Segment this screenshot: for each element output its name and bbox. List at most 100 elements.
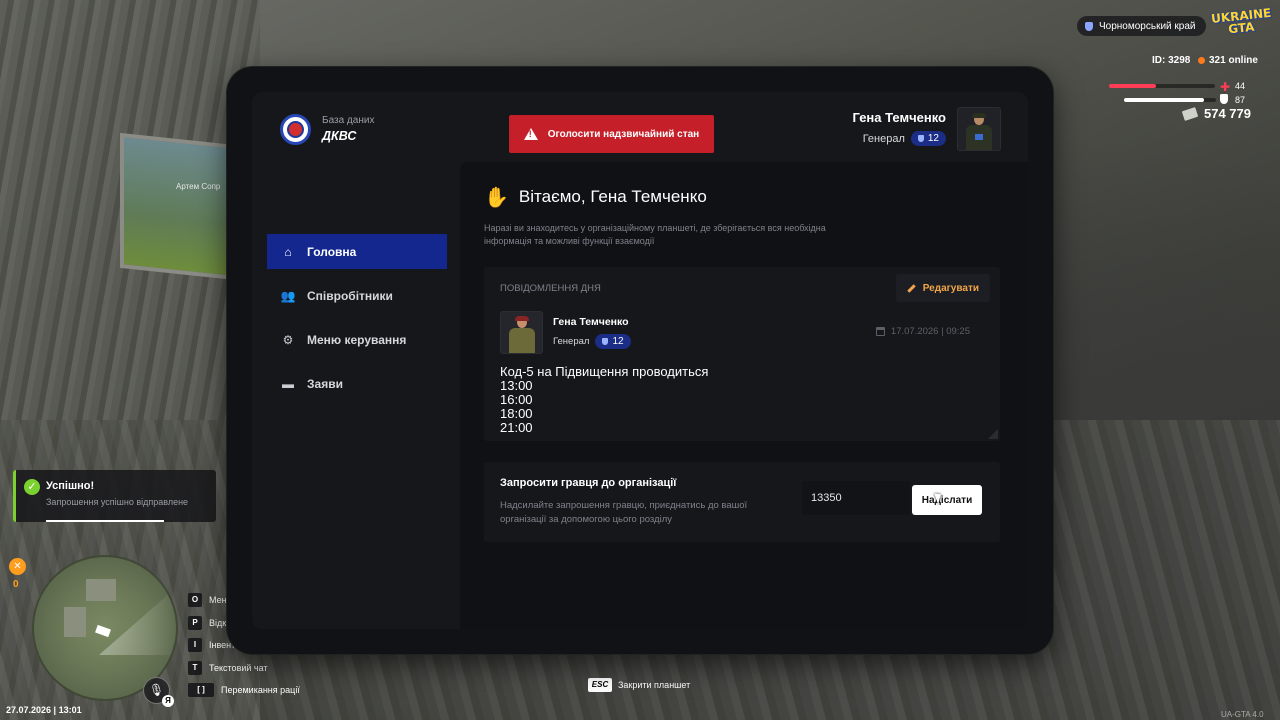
online-label: 321 online xyxy=(1209,55,1258,66)
folder-icon: ▬ xyxy=(282,376,294,391)
datetime: 27.07.2026 | 13:01 xyxy=(6,705,82,715)
edit-button[interactable]: Редагувати xyxy=(895,274,990,302)
avatar[interactable] xyxy=(957,107,1001,151)
level-badge: 12 xyxy=(595,334,631,349)
world-player-label: Артем Сопр xyxy=(176,182,221,191)
avatar-figure xyxy=(966,113,992,150)
key-cap: I xyxy=(188,638,202,653)
server-logo: UKRAINE GTA xyxy=(1210,5,1272,37)
users-icon: 👥 xyxy=(280,288,296,303)
sidebar-item-label: Меню керування xyxy=(307,332,407,347)
hunger-icon: ✕ xyxy=(9,558,26,575)
user-rank: Генерал 12 xyxy=(863,131,946,146)
toast-text: Запрошення успішно відправлене xyxy=(46,497,189,507)
version-label: UA-GTA 4.0 xyxy=(1221,710,1264,719)
home-icon: ⌂ xyxy=(284,244,292,259)
level-value: 12 xyxy=(927,133,939,144)
motd-label: ПОВІДОМЛЕННЯ ДНЯ xyxy=(500,283,601,294)
main-content: ✋ Вітаємо, Гена Темченко Наразі ви знахо… xyxy=(460,162,1028,629)
close-tablet-hint[interactable]: ESC Закрити планшет xyxy=(588,678,690,692)
sidebar-item-applications[interactable]: ▬ Заяви xyxy=(267,366,447,401)
keybind-label: Відк xyxy=(209,617,227,628)
toast-title: Успішно! xyxy=(46,480,95,492)
health-bar xyxy=(1109,84,1215,88)
level-badge: 12 xyxy=(910,131,946,146)
toast-progress xyxy=(46,520,164,522)
money-display: 574 779 xyxy=(1181,106,1251,121)
author-name: Гена Темченко xyxy=(553,316,629,328)
motd-body: Код-5 на Підвищення проводиться 13:00 16… xyxy=(500,364,709,435)
user-name: Гена Темченко xyxy=(852,110,946,125)
sidebar-item-label: Головна xyxy=(307,244,357,259)
invite-title: Запросити гравця до організації xyxy=(500,477,677,489)
rank-label: Генерал xyxy=(862,132,905,145)
online-dot-icon xyxy=(1198,57,1205,64)
key-cap: [ ] xyxy=(188,683,214,698)
greeting-text: Наразі ви знаходитесь у організаційному … xyxy=(484,223,826,246)
org-tablet: База даних ДКВС Оголосити надзвичайний с… xyxy=(227,67,1053,654)
sidebar-item-label: Співробітники xyxy=(307,288,393,303)
sidebar-item-label: Заяви xyxy=(307,376,343,391)
esc-key: ESC xyxy=(588,678,612,692)
armor-bar-fill xyxy=(1124,98,1205,102)
player-id: ID: 3298 xyxy=(1152,55,1191,66)
keybind-label: Текстовий чат xyxy=(209,662,268,673)
region-indicator: Чорноморський край xyxy=(1077,16,1206,36)
waving-hand-icon: ✋ xyxy=(484,185,509,209)
greeting-heading: ✋ Вітаємо, Гена Темченко xyxy=(484,185,707,209)
invite-player-card: Запросити гравця до організації Надсилай… xyxy=(484,462,1000,542)
key-cap: O xyxy=(188,593,202,608)
pencil-icon xyxy=(907,283,916,293)
sidebar: ⌂ Головна 👥 Співробітники ⚙ Меню керуван… xyxy=(252,162,460,629)
level-value: 12 xyxy=(612,336,624,347)
shield-icon xyxy=(917,135,924,142)
cash-icon xyxy=(1181,106,1199,121)
player-id-input[interactable] xyxy=(802,481,910,515)
author-avatar xyxy=(500,311,543,354)
author-rank: Генерал 12 xyxy=(553,334,631,349)
keybind-row: T Текстовий чат xyxy=(188,657,300,680)
map-building xyxy=(64,607,86,637)
check-icon: ✓ xyxy=(24,479,40,495)
edit-button-label: Редагувати xyxy=(922,282,979,294)
key-cap: P xyxy=(188,615,202,630)
emergency-button-label: Оголосити надзвичайний стан xyxy=(547,128,700,140)
health-bar-fill xyxy=(1109,84,1156,88)
map-building xyxy=(86,579,116,601)
author-rank-label: Генерал xyxy=(553,336,590,347)
online-counter: 321 online xyxy=(1198,55,1258,66)
calendar-icon xyxy=(875,327,885,336)
health-icon: ✚ xyxy=(1220,80,1231,94)
hunger-value: 0 xyxy=(13,579,19,590)
shield-icon xyxy=(1085,21,1093,31)
region-label: Чорноморський край xyxy=(1099,20,1196,32)
keybind-label: Перемикання рації xyxy=(221,685,300,696)
dkvs-emblem-icon xyxy=(280,114,311,145)
post-date: 17.07.2026 | 09:25 xyxy=(875,326,970,337)
greeting-title: Вітаємо, Гена Темченко xyxy=(518,187,707,206)
esc-label: Закрити планшет xyxy=(618,680,691,690)
emblem-core xyxy=(287,121,304,138)
resize-handle-icon[interactable] xyxy=(988,429,998,439)
warning-icon xyxy=(523,128,538,140)
brand-subtitle: База даних xyxy=(322,115,375,126)
success-toast: ✓ Успішно! Запрошення успішно відправлен… xyxy=(13,470,216,522)
key-cap: T xyxy=(188,660,202,675)
mic-key: Я xyxy=(162,695,174,707)
sidebar-item-control-menu[interactable]: ⚙ Меню керування xyxy=(267,322,447,357)
tablet-screen: База даних ДКВС Оголосити надзвичайний с… xyxy=(252,92,1028,629)
health-value: 44 xyxy=(1235,81,1246,91)
invite-description: Надсилайте запрошення гравцю, приєднатис… xyxy=(500,500,748,525)
sidebar-item-employees[interactable]: 👥 Співробітники xyxy=(267,278,447,313)
post-date-value: 17.07.2026 | 09:25 xyxy=(890,326,970,337)
emergency-button[interactable]: Оголосити надзвичайний стан xyxy=(509,115,714,153)
shield-icon xyxy=(602,338,609,345)
brand-title: ДКВС xyxy=(322,129,357,143)
money-value: 574 779 xyxy=(1204,106,1251,121)
send-invite-button[interactable]: Надіслати xyxy=(912,485,982,515)
armor-icon xyxy=(1220,94,1228,104)
gear-icon: ⚙ xyxy=(282,332,294,347)
keybind-row: [ ] Перемикання рації xyxy=(188,679,300,702)
message-of-the-day-card: ПОВІДОМЛЕННЯ ДНЯ Редагувати Гена Темченк… xyxy=(484,267,1000,441)
sidebar-item-home[interactable]: ⌂ Головна xyxy=(267,234,447,269)
